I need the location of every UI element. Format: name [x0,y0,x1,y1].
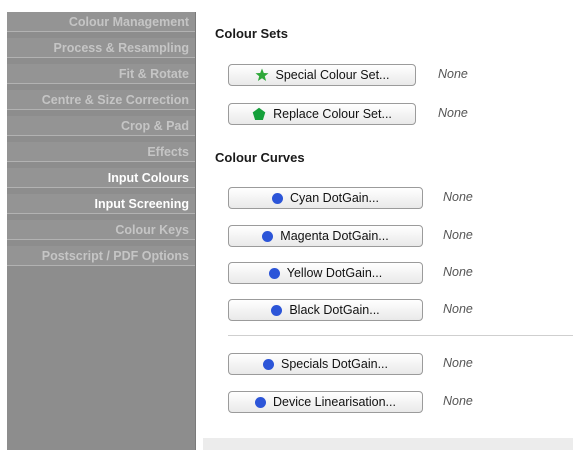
bottom-strip [203,438,573,450]
magenta-dotgain-button[interactable]: Magenta DotGain... [228,225,423,247]
sidebar: Colour Management Process & Resampling F… [7,12,196,450]
specials-dotgain-value: None [443,356,473,370]
black-dotgain-label: Black DotGain... [289,303,380,317]
sidebar-item-crop-pad[interactable]: Crop & Pad [7,116,195,136]
replace-colour-set-label: Replace Colour Set... [273,107,392,121]
device-linearisation-value: None [443,394,473,408]
yellow-dotgain-label: Yellow DotGain... [286,266,383,280]
dot-icon [268,267,280,279]
sidebar-item-input-colours[interactable]: Input Colours [7,168,195,188]
sidebar-item-fit-rotate[interactable]: Fit & Rotate [7,64,195,84]
dot-icon [263,358,274,370]
magenta-dotgain-value: None [443,228,473,242]
divider [228,335,573,336]
magenta-dotgain-label: Magenta DotGain... [280,229,389,243]
replace-colour-set-value: None [438,106,468,120]
yellow-dotgain-value: None [443,265,473,279]
yellow-dotgain-button[interactable]: Yellow DotGain... [228,262,423,284]
sidebar-item-centre-size-correction[interactable]: Centre & Size Correction [7,90,195,110]
sidebar-item-process-resampling[interactable]: Process & Resampling [7,38,195,58]
star-icon [255,68,269,82]
sidebar-item-postscript-pdf-options[interactable]: Postscript / PDF Options [7,246,195,266]
sidebar-item-input-screening[interactable]: Input Screening [7,194,195,214]
dot-icon [272,192,284,204]
dot-icon [271,304,283,316]
black-dotgain-value: None [443,302,473,316]
app-window: Colour Management Process & Resampling F… [0,0,573,450]
cyan-dotgain-value: None [443,190,473,204]
sidebar-item-colour-keys[interactable]: Colour Keys [7,220,195,240]
special-colour-set-label: Special Colour Set... [275,68,390,82]
pentagon-icon [252,107,266,121]
colour-curves-title: Colour Curves [215,150,305,165]
specials-dotgain-label: Specials DotGain... [281,357,388,371]
black-dotgain-button[interactable]: Black DotGain... [228,299,423,321]
cyan-dotgain-label: Cyan DotGain... [290,191,379,205]
device-linearisation-label: Device Linearisation... [273,395,396,409]
replace-colour-set-button[interactable]: Replace Colour Set... [228,103,416,125]
specials-dotgain-button[interactable]: Specials DotGain... [228,353,423,375]
special-colour-set-value: None [438,67,468,81]
colour-sets-title: Colour Sets [215,26,288,41]
dot-icon [262,230,274,242]
sidebar-item-colour-management[interactable]: Colour Management [7,12,195,32]
special-colour-set-button[interactable]: Special Colour Set... [228,64,416,86]
cyan-dotgain-button[interactable]: Cyan DotGain... [228,187,423,209]
sidebar-item-effects[interactable]: Effects [7,142,195,162]
dot-icon [255,396,266,408]
device-linearisation-button[interactable]: Device Linearisation... [228,391,423,413]
